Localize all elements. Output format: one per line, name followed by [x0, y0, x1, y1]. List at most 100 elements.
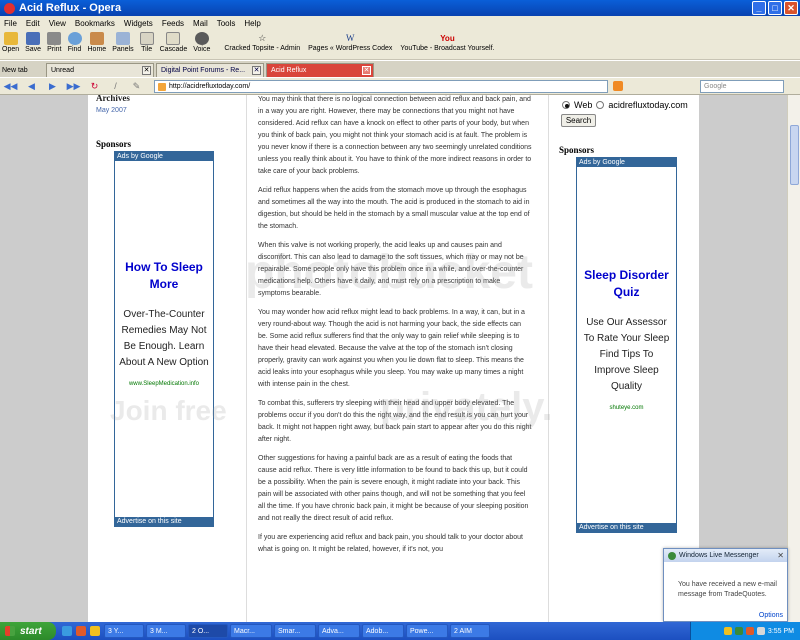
- open-button[interactable]: Open: [2, 30, 19, 53]
- vertical-scrollbar[interactable]: [787, 95, 800, 622]
- menu-edit[interactable]: Edit: [26, 19, 40, 28]
- left-ad-title[interactable]: How To Sleep More: [119, 259, 209, 293]
- ie-icon[interactable]: [62, 626, 72, 636]
- archive-link-may-2007[interactable]: May 2007: [96, 107, 127, 114]
- find-icon: [67, 32, 82, 45]
- save-button[interactable]: Save: [25, 30, 41, 53]
- article-paragraph: Other suggestions for having a painful b…: [258, 455, 529, 522]
- menu-mail[interactable]: Mail: [193, 19, 208, 28]
- right-ad-box[interactable]: Ads by Google Sleep Disorder Quiz Use Ou…: [576, 157, 677, 533]
- clock[interactable]: 3:55 PM: [768, 628, 794, 635]
- left-ad-url[interactable]: www.SleepMedication.info: [119, 381, 209, 387]
- panels-button[interactable]: Panels: [112, 30, 134, 53]
- article-paragraph: When this valve is not working properly,…: [258, 242, 524, 297]
- tile-button[interactable]: Tile: [139, 30, 154, 53]
- cascade-button[interactable]: Cascade: [160, 30, 187, 53]
- tab-unread[interactable]: Unread ✕: [46, 63, 154, 77]
- find-button[interactable]: Find: [67, 30, 82, 53]
- search-input[interactable]: Google: [700, 80, 784, 93]
- folder-icon: [3, 32, 18, 45]
- tab-close-icon[interactable]: ✕: [142, 66, 151, 75]
- address-toolbar: ◀◀ ◀ ▶ ▶▶ ↻ / ✎ http://acidrefluxtoday.c…: [0, 78, 800, 95]
- close-icon[interactable]: ✕: [777, 551, 784, 560]
- voice-button[interactable]: Voice: [193, 30, 210, 53]
- print-icon: [47, 32, 62, 45]
- start-button[interactable]: start: [0, 622, 56, 640]
- messenger-icon: [668, 551, 676, 560]
- wordpress-icon: W: [346, 33, 355, 43]
- menu-file[interactable]: File: [4, 19, 17, 28]
- messenger-options-link[interactable]: Options: [759, 612, 783, 619]
- page-viewport: Archives May 2007 Sponsors Ads by Google…: [0, 95, 787, 622]
- menu-tools[interactable]: Tools: [217, 19, 236, 28]
- article-paragraph: To combat this, sufferers try sleeping w…: [258, 400, 532, 443]
- scrollbar-thumb[interactable]: [790, 125, 799, 185]
- taskbar-item[interactable]: Powe...: [406, 624, 448, 638]
- opera-logo-icon: [4, 2, 15, 14]
- radio-site[interactable]: [596, 101, 605, 109]
- tray-icon[interactable]: [723, 627, 732, 635]
- menu-widgets[interactable]: Widgets: [124, 19, 153, 28]
- right-ad-url[interactable]: shuteye.com: [581, 405, 672, 411]
- search-button[interactable]: Search: [561, 114, 596, 127]
- bookmark-wordpress-codex[interactable]: W Pages « WordPress Codex: [308, 30, 392, 52]
- home-button[interactable]: Home: [88, 30, 106, 53]
- advertise-link[interactable]: Advertise on this site: [115, 517, 213, 526]
- radio-web[interactable]: [562, 101, 570, 109]
- tab-digital-point[interactable]: Digital Point Forums - Re... ✕: [156, 63, 264, 77]
- menu-help[interactable]: Help: [244, 19, 260, 28]
- voice-icon: [194, 32, 209, 45]
- taskbar-item[interactable]: 3 M...: [146, 624, 186, 638]
- taskbar-item[interactable]: 2 AIM: [450, 624, 490, 638]
- taskbar-item[interactable]: 3 Y...: [104, 624, 144, 638]
- main-toolbar: Open Save Print Find Home Panels Tile Ca…: [0, 30, 800, 60]
- forward-icon[interactable]: ▶: [46, 81, 59, 92]
- article-body: You may think that there is no logical c…: [258, 95, 532, 563]
- right-ad-title[interactable]: Sleep Disorder Quiz: [581, 267, 672, 301]
- fast-forward-icon[interactable]: ▶▶: [67, 81, 81, 92]
- panels-icon: [115, 32, 130, 45]
- close-icon[interactable]: ✕: [784, 1, 798, 15]
- back-icon[interactable]: ◀: [25, 81, 38, 92]
- address-input[interactable]: http://acidrefluxtoday.com/: [154, 80, 608, 93]
- tab-close-icon[interactable]: ✕: [252, 66, 261, 75]
- window-controls: _ □ ✕: [752, 1, 798, 15]
- wand-icon[interactable]: /: [109, 81, 122, 92]
- ads-by-google-label[interactable]: Ads by Google: [577, 158, 676, 167]
- window-titlebar: Acid Reflux - Opera _ □ ✕: [0, 0, 800, 16]
- firefox-icon[interactable]: [76, 626, 86, 636]
- tray-icon[interactable]: [734, 627, 743, 635]
- window-title: Acid Reflux - Opera: [19, 2, 122, 14]
- tray-icon[interactable]: [756, 627, 765, 635]
- new-tab-button[interactable]: New tab: [2, 64, 42, 77]
- messenger-message[interactable]: You have received a new e-mail message f…: [664, 562, 787, 600]
- ads-by-google-label[interactable]: Ads by Google: [115, 152, 213, 161]
- bookmark-cracked-topsite[interactable]: ☆ Cracked Topsite - Admin: [224, 30, 300, 52]
- edit-icon[interactable]: ✎: [130, 81, 143, 92]
- menu-bookmarks[interactable]: Bookmarks: [75, 19, 115, 28]
- messenger-notification[interactable]: Windows Live Messenger ✕ You have receiv…: [663, 548, 788, 622]
- system-tray: 3:55 PM: [690, 622, 800, 640]
- tab-acid-reflux[interactable]: Acid Reflux ✕: [266, 63, 374, 77]
- taskbar-item[interactable]: Smar...: [274, 624, 316, 638]
- menu-view[interactable]: View: [49, 19, 66, 28]
- tab-close-icon[interactable]: ✕: [362, 66, 371, 75]
- print-button[interactable]: Print: [47, 30, 62, 53]
- reload-icon[interactable]: ↻: [88, 81, 101, 92]
- aim-icon[interactable]: [90, 626, 100, 636]
- save-icon: [26, 32, 41, 45]
- taskbar-item[interactable]: Macr...: [230, 624, 272, 638]
- menu-feeds[interactable]: Feeds: [162, 19, 184, 28]
- taskbar-item[interactable]: Adva...: [318, 624, 360, 638]
- rss-feed-icon[interactable]: [613, 81, 623, 91]
- right-ad-body: Use Our Assessor To Rate Your Sleep Find…: [583, 317, 670, 392]
- maximize-icon[interactable]: □: [768, 1, 782, 15]
- taskbar-item[interactable]: Adob...: [362, 624, 404, 638]
- left-ad-box[interactable]: Ads by Google How To Sleep More Over-The…: [114, 151, 214, 527]
- rewind-icon[interactable]: ◀◀: [4, 81, 18, 92]
- advertise-link[interactable]: Advertise on this site: [577, 523, 676, 532]
- taskbar-item[interactable]: 2 O...: [188, 624, 228, 638]
- tray-icon[interactable]: [745, 627, 754, 635]
- bookmark-youtube[interactable]: You YouTube - Broadcast Yourself.: [400, 30, 494, 52]
- minimize-icon[interactable]: _: [752, 1, 766, 15]
